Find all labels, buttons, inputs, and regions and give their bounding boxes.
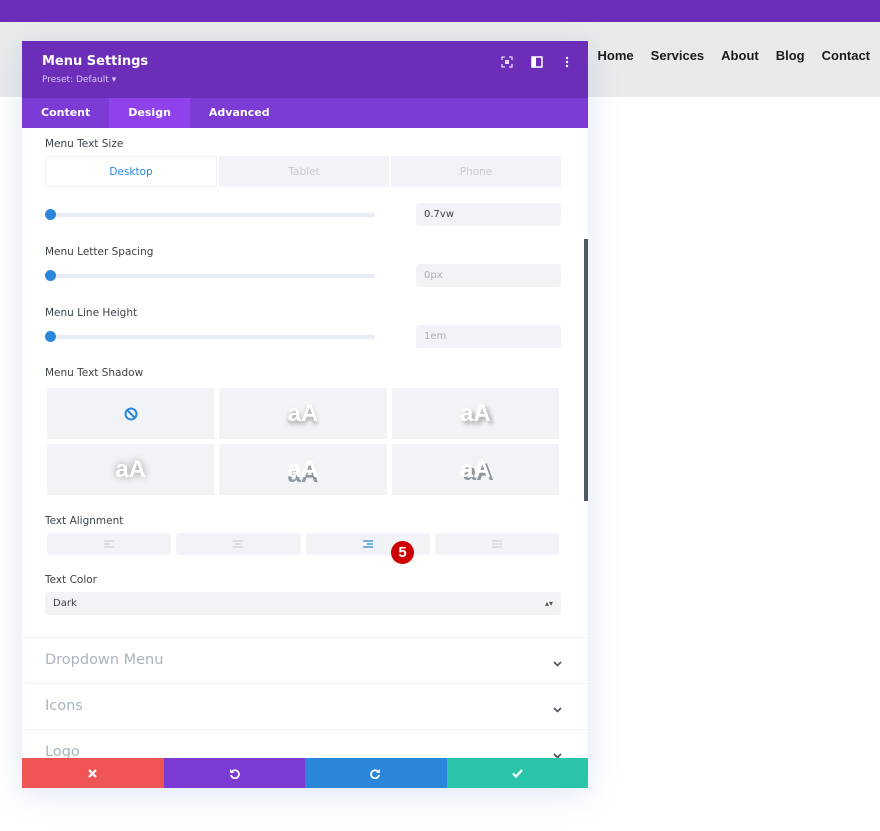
close-icon — [88, 768, 98, 778]
redo-icon — [370, 768, 381, 779]
tab-advanced[interactable]: Advanced — [190, 98, 289, 128]
site-nav: Home Services About Blog Contact — [598, 48, 870, 63]
device-tab-phone[interactable]: Phone — [391, 156, 561, 187]
save-button[interactable] — [446, 758, 588, 788]
section-logo[interactable]: Logo — [22, 729, 588, 758]
text-color-label: Text Color — [45, 574, 97, 586]
text-shadow-label: Menu Text Shadow — [45, 367, 144, 379]
redo-button[interactable] — [305, 758, 447, 788]
modal-footer — [22, 758, 588, 788]
section-dropdown-menu[interactable]: Dropdown Menu — [22, 637, 588, 683]
nav-services[interactable]: Services — [651, 48, 705, 63]
chevron-down-icon — [553, 698, 562, 717]
undo-icon — [229, 768, 240, 779]
text-alignment-options — [47, 533, 559, 555]
line-height-label: Menu Line Height — [45, 307, 138, 319]
scrollbar[interactable] — [584, 239, 588, 501]
no-shadow-icon — [124, 407, 138, 420]
section-icons[interactable]: Icons — [22, 683, 588, 729]
letter-spacing-input[interactable]: 0px — [416, 264, 561, 287]
text-color-select[interactable]: Dark ▴▾ — [45, 592, 561, 615]
select-arrows-icon: ▴▾ — [544, 599, 553, 608]
shadow-option-none[interactable] — [47, 388, 215, 439]
align-left-button[interactable] — [47, 533, 172, 555]
modal-tabs: Content Design Advanced — [22, 98, 588, 128]
tab-content[interactable]: Content — [22, 98, 109, 128]
text-size-input[interactable]: 0.7vw — [416, 203, 561, 226]
letter-spacing-slider[interactable] — [45, 270, 375, 281]
section-title: Dropdown Menu — [45, 652, 164, 668]
settings-body: Menu Text Size Desktop Tablet Phone 0.7v… — [22, 128, 588, 758]
text-size-slider[interactable] — [45, 209, 375, 220]
nav-home[interactable]: Home — [598, 48, 634, 63]
device-tab-tablet[interactable]: Tablet — [219, 156, 389, 187]
line-height-input[interactable]: 1em — [416, 325, 561, 348]
nav-about[interactable]: About — [721, 48, 759, 63]
undo-button[interactable] — [163, 758, 305, 788]
align-center-button[interactable] — [176, 533, 301, 555]
shadow-option-4[interactable]: aA — [219, 444, 387, 495]
slider-handle[interactable] — [45, 270, 56, 281]
shadow-option-1[interactable]: aA — [219, 388, 387, 439]
chevron-down-icon — [553, 744, 562, 758]
text-size-label: Menu Text Size — [45, 138, 124, 150]
section-title: Icons — [45, 698, 83, 714]
nav-contact[interactable]: Contact — [822, 48, 870, 63]
more-options-icon[interactable] — [560, 55, 574, 69]
cancel-button[interactable] — [22, 758, 164, 788]
chevron-down-icon — [553, 652, 562, 671]
nav-blog[interactable]: Blog — [776, 48, 805, 63]
step-badge: 5 — [391, 541, 414, 564]
text-shadow-options: aA aA aA aA aA — [47, 388, 559, 495]
check-icon — [511, 768, 523, 778]
slider-handle[interactable] — [45, 209, 56, 220]
modal-header[interactable]: Menu Settings Preset: Default ▾ — [22, 41, 588, 98]
letter-spacing-label: Menu Letter Spacing — [45, 246, 154, 258]
device-tab-desktop[interactable]: Desktop — [45, 156, 217, 187]
align-left-icon — [104, 540, 115, 548]
device-tabs: Desktop Tablet Phone — [45, 156, 561, 187]
modal-title: Menu Settings — [42, 54, 149, 69]
section-title: Logo — [45, 744, 80, 758]
shadow-option-2[interactable]: aA — [391, 388, 559, 439]
align-justify-button[interactable] — [434, 533, 559, 555]
menu-settings-modal: Menu Settings Preset: Default ▾ Content … — [22, 41, 588, 788]
slider-handle[interactable] — [45, 331, 56, 342]
text-color-value: Dark — [53, 598, 77, 609]
align-justify-icon — [491, 540, 502, 548]
text-alignment-label: Text Alignment — [45, 515, 124, 527]
align-center-icon — [233, 540, 244, 548]
shadow-option-3[interactable]: aA — [47, 444, 215, 495]
split-view-icon[interactable] — [530, 55, 544, 69]
preset-selector[interactable]: Preset: Default ▾ — [42, 75, 116, 85]
tab-design[interactable]: Design — [109, 98, 190, 128]
shadow-option-5[interactable]: aA — [391, 444, 559, 495]
align-right-icon — [362, 540, 373, 548]
line-height-slider[interactable] — [45, 331, 375, 342]
site-top-bar — [0, 0, 880, 22]
fullscreen-icon[interactable] — [500, 55, 514, 69]
